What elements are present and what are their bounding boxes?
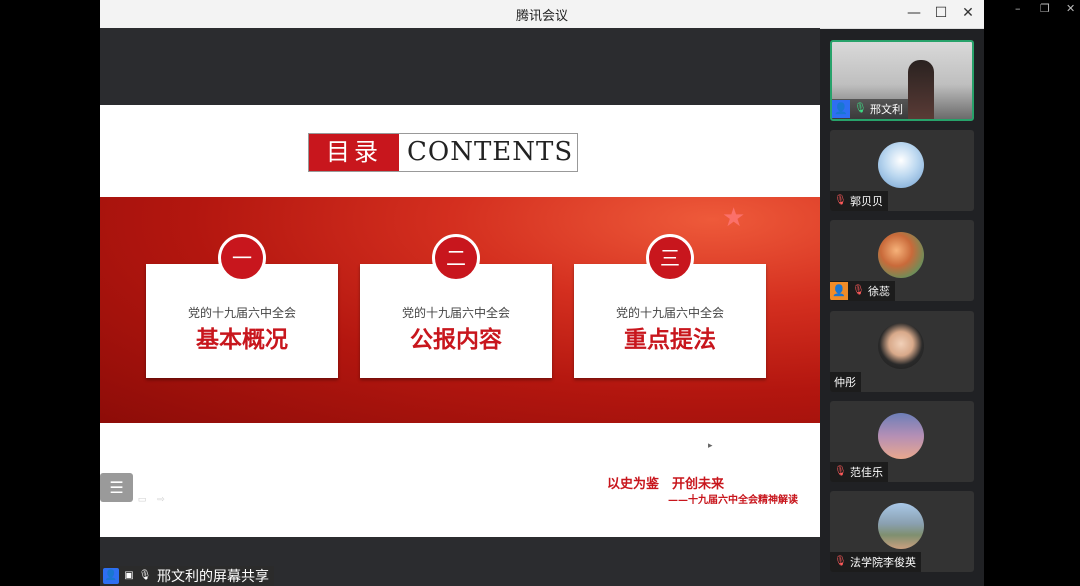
toc-cn-label: 目录 [309,134,399,171]
card-title: 基本概况 [196,327,288,353]
avatar [878,232,924,278]
toc-en-label: CONTENTS [407,137,574,167]
card-subtitle: 党的十九届六中全会 [187,306,296,320]
screen-share-icon: ▣ [124,570,134,581]
slogan-main: 以史为鉴 开创未来 [607,477,725,492]
red-banner: ★ 一 党的十九届六中全会 基本概况 二 党的十九届六中全会 公报内容 三 党的… [100,197,820,423]
host-user-icon: 👤 [103,568,119,584]
participant-name: 郭贝贝 [850,195,883,208]
desktop-background [984,28,1080,586]
window-title: 腾讯会议 [515,9,568,24]
mic-muted-icon: 🎙 [834,556,847,567]
participant-tile-2[interactable]: 🎙 郭贝贝 [830,130,974,211]
card-subtitle: 党的十九届六中全会 [401,306,510,320]
participant-name-tag: 🎙 范佳乐 [830,462,888,482]
participant-tile-4[interactable]: 仲彤 [830,311,974,392]
participant-video [908,60,934,119]
participant-name-tag: 👤 🎙 邢文利 [832,99,908,119]
list-menu-button[interactable]: ☰ [100,473,133,502]
participant-name-tag: 🎙 郭贝贝 [830,191,888,211]
mic-on-icon: 🎙 [138,570,152,581]
participant-tile-5[interactable]: 🎙 范佳乐 [830,401,974,482]
card-number: 一 [218,234,266,282]
participant-name: 范佳乐 [850,466,883,479]
title-bar: 腾讯会议 — ☐ ✕ [100,0,984,29]
minimize-button[interactable]: — [902,5,926,21]
host-icon: 👤 [830,282,848,300]
toc-card-1: 一 党的十九届六中全会 基本概况 [146,234,338,378]
host-icon: 👤 [832,100,850,118]
mic-muted-icon: 🎙 [852,285,865,296]
mouse-cursor-icon: ▸ [708,441,713,451]
participant-name: 仲彤 [834,376,856,389]
sharer-label-bar: 👤 ▣ 🎙 邢文利的屏幕共享 [100,566,274,586]
avatar [878,503,924,549]
maximize-button[interactable]: ☐ [929,5,953,21]
card-number: 二 [432,234,480,282]
participant-tile-3[interactable]: 👤 🎙 徐蕊 [830,220,974,301]
toc-card-2: 二 党的十九届六中全会 公报内容 [360,234,552,378]
participant-name-tag: 🎙 法学院李俊英 [830,552,921,572]
outer-minimize-button[interactable]: – [1015,2,1021,15]
toc-card-3: 三 党的十九届六中全会 重点提法 [574,234,766,378]
card-title: 重点提法 [624,327,716,353]
outer-close-button[interactable]: ✕ [1066,2,1075,15]
avatar [878,323,924,369]
card-subtitle: 党的十九届六中全会 [615,306,724,320]
avatar [878,142,924,188]
mic-muted-icon: 🎙 [834,466,847,477]
close-button[interactable]: ✕ [956,5,980,21]
participant-name: 法学院李俊英 [850,556,916,569]
star-icon: ★ [722,203,746,233]
participant-tile-1[interactable]: 👤 🎙 邢文利 [830,40,974,121]
participant-name-tag: 👤 🎙 徐蕊 [830,281,895,301]
toc-header: 目录 CONTENTS [308,133,578,172]
screen-share-area: 目录 CONTENTS ★ 一 党的十九届六中全会 基本概况 二 党的十九届六中… [100,28,820,586]
card-title: 公报内容 [410,327,502,353]
slogan-sub: ——十九届六中全会精神解读 [668,495,798,506]
participant-name-tag: 仲彤 [830,372,861,392]
sharer-name: 邢文利的屏幕共享 [157,569,269,585]
participant-tile-6[interactable]: 🎙 法学院李俊英 [830,491,974,572]
meeting-window: 腾讯会议 — ☐ ✕ 目录 CONTENTS ★ 一 党的十九届六中全会 基本概… [100,0,984,586]
outer-restore-button[interactable]: ❐ [1040,2,1050,15]
participant-name: 邢文利 [870,103,903,116]
mic-on-icon: 🎙 [854,103,867,114]
card-number: 三 [646,234,694,282]
avatar [878,413,924,459]
shared-slide: 目录 CONTENTS ★ 一 党的十九届六中全会 基本概况 二 党的十九届六中… [100,105,820,537]
participant-name: 徐蕊 [868,285,890,298]
mic-muted-icon: 🎙 [834,195,847,206]
